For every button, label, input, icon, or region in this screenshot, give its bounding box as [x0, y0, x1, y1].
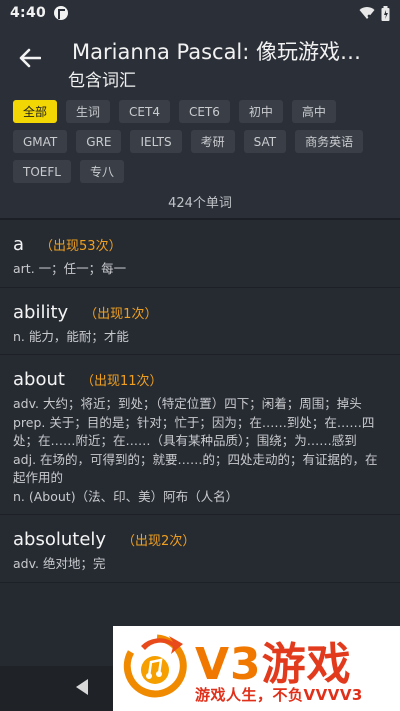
word-text: about [13, 369, 65, 390]
word-text: ability [13, 301, 69, 323]
arrow-left-icon [19, 48, 41, 68]
chip-sat[interactable]: SAT [243, 130, 287, 153]
occurrence-count: （出现53次） [40, 239, 122, 254]
chip-all[interactable]: 全部 [13, 100, 58, 123]
word-item-absolutely[interactable]: absolutely （出现2次） adv. 绝对地；完 [0, 515, 400, 583]
chip-row: GMAT GRE IELTS 考研 SAT 商务英语 [13, 130, 392, 153]
chip-cet4[interactable]: CET4 [119, 100, 170, 123]
page-title: Marianna Pascal: 像玩游戏… [72, 40, 362, 64]
occurrence-count: （出现11次） [80, 374, 163, 389]
status-bar: 4:40 [0, 0, 400, 26]
battery-icon [381, 5, 390, 21]
chip-gmat[interactable]: GMAT [13, 130, 68, 153]
watermark-banner: V3游戏 游戏人生，不负VVVV3 [113, 626, 400, 711]
definition-line: adv. 大约；将近；到处；（特定位置）四下；闲着；周围；掉头 [13, 396, 362, 411]
definition-line: prep. 关于；目的是；针对；忙于；因为；在……到处；在……四处；在……附近；… [13, 414, 375, 449]
app-notification-icon [54, 6, 69, 20]
definition-line: n. 能力，能耐；才能 [13, 328, 129, 344]
occurrence-count: （出现2次） [122, 534, 196, 549]
word-item-a[interactable]: a （出现53次） art. 一；任一；每一 [0, 220, 400, 288]
watermark-brand-games: 游戏 [261, 639, 352, 690]
watermark-logo-icon [123, 634, 187, 698]
chip-junior-high[interactable]: 初中 [238, 100, 283, 123]
app-header: Marianna Pascal: 像玩游戏… 包含词汇 [0, 26, 400, 91]
chip-senior-high[interactable]: 高中 [291, 100, 336, 123]
word-item-ability[interactable]: ability （出现1次） n. 能力，能耐；才能 [0, 287, 400, 355]
chip-new-words[interactable]: 生词 [66, 100, 111, 123]
word-item-about[interactable]: about （出现11次） adv. 大约；将近；到处；（特定位置）四下；闲着；… [0, 355, 400, 515]
wifi-icon [359, 7, 375, 20]
status-icons [359, 5, 390, 21]
chip-cet6[interactable]: CET6 [178, 100, 230, 123]
definition-line: adj. 在场的，可得到的；就要……的；四处走动的；有证据的，在起作用的 [13, 451, 378, 486]
watermark-slogan: 游戏人生，不负VVVV3 [195, 686, 363, 704]
word-text: absolutely [13, 529, 107, 550]
chip-ielts[interactable]: IELTS [130, 130, 182, 153]
status-time: 4:40 [10, 5, 47, 21]
chip-gre[interactable]: GRE [76, 130, 122, 153]
chip-row: 全部 生词 CET4 CET6 初中 高中 [13, 100, 392, 123]
watermark-brand: V3游戏 [195, 628, 352, 692]
chip-toefl[interactable]: TOEFL [13, 160, 71, 183]
page-subtitle: 包含词汇 [68, 71, 136, 91]
chip-business-english[interactable]: 商务英语 [295, 130, 364, 153]
definition-line: art. 一；任一；每一 [13, 261, 127, 276]
chip-tem8[interactable]: 专八 [79, 160, 124, 183]
definition-line: adv. 绝对地；完 [13, 556, 106, 571]
definition-line: n. (About)（法、印、美）阿布（人名） [13, 488, 239, 504]
nav-back-button[interactable] [74, 678, 90, 700]
word-text: a [13, 234, 25, 255]
chip-row: TOEFL 专八 [13, 160, 392, 183]
back-button[interactable] [12, 40, 48, 76]
word-count: 424个单词 [168, 196, 232, 211]
triangle-back-icon [76, 679, 88, 695]
watermark-brand-v3: V3 [195, 639, 262, 690]
chip-kaoyan[interactable]: 考研 [190, 130, 235, 153]
occurrence-count: （出现1次） [84, 306, 158, 322]
word-list[interactable]: a （出现53次） art. 一；任一；每一 ability （出现1次） n.… [0, 220, 400, 666]
